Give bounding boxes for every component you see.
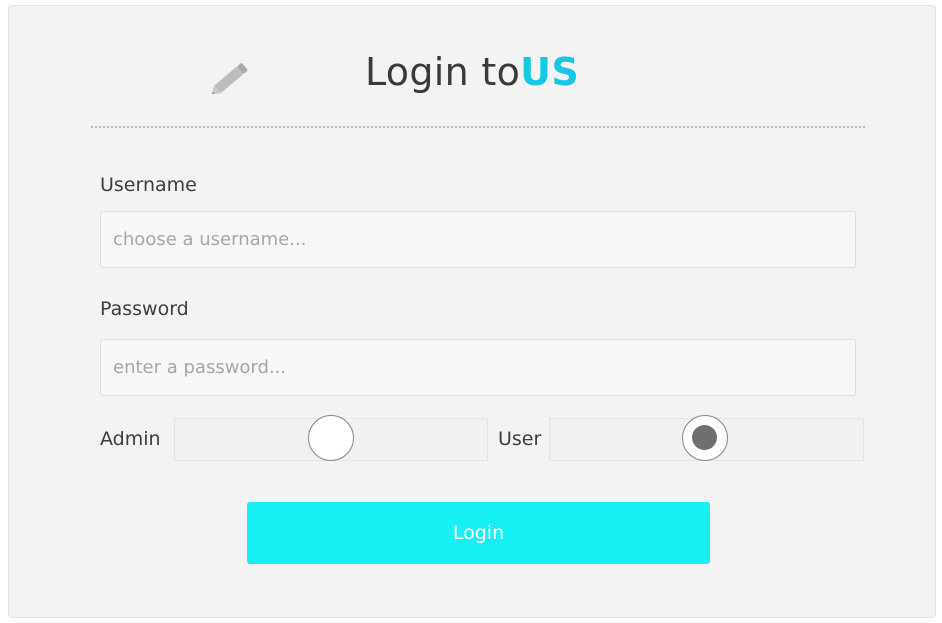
role-user-label: User	[498, 428, 542, 450]
login-button[interactable]: Login	[247, 502, 710, 564]
login-header: Login toUS	[9, 6, 935, 134]
page-title: Login toUS	[365, 50, 579, 94]
header-divider	[91, 126, 865, 128]
title-accent: US	[520, 50, 579, 94]
role-user-option[interactable]	[549, 415, 864, 461]
password-label: Password	[100, 298, 189, 320]
password-field[interactable]	[100, 339, 856, 396]
role-admin-radio[interactable]	[308, 415, 354, 461]
username-label: Username	[100, 174, 197, 196]
login-card: Login toUS Username Password Admin User …	[8, 5, 936, 618]
pencil-icon	[205, 52, 257, 104]
title-prefix: Login to	[365, 50, 521, 94]
username-field[interactable]	[100, 211, 856, 268]
role-user-radio-selected-dot	[692, 425, 717, 450]
role-admin-option[interactable]	[174, 415, 488, 461]
role-user-radio[interactable]	[682, 415, 728, 461]
role-admin-label: Admin	[100, 428, 161, 450]
